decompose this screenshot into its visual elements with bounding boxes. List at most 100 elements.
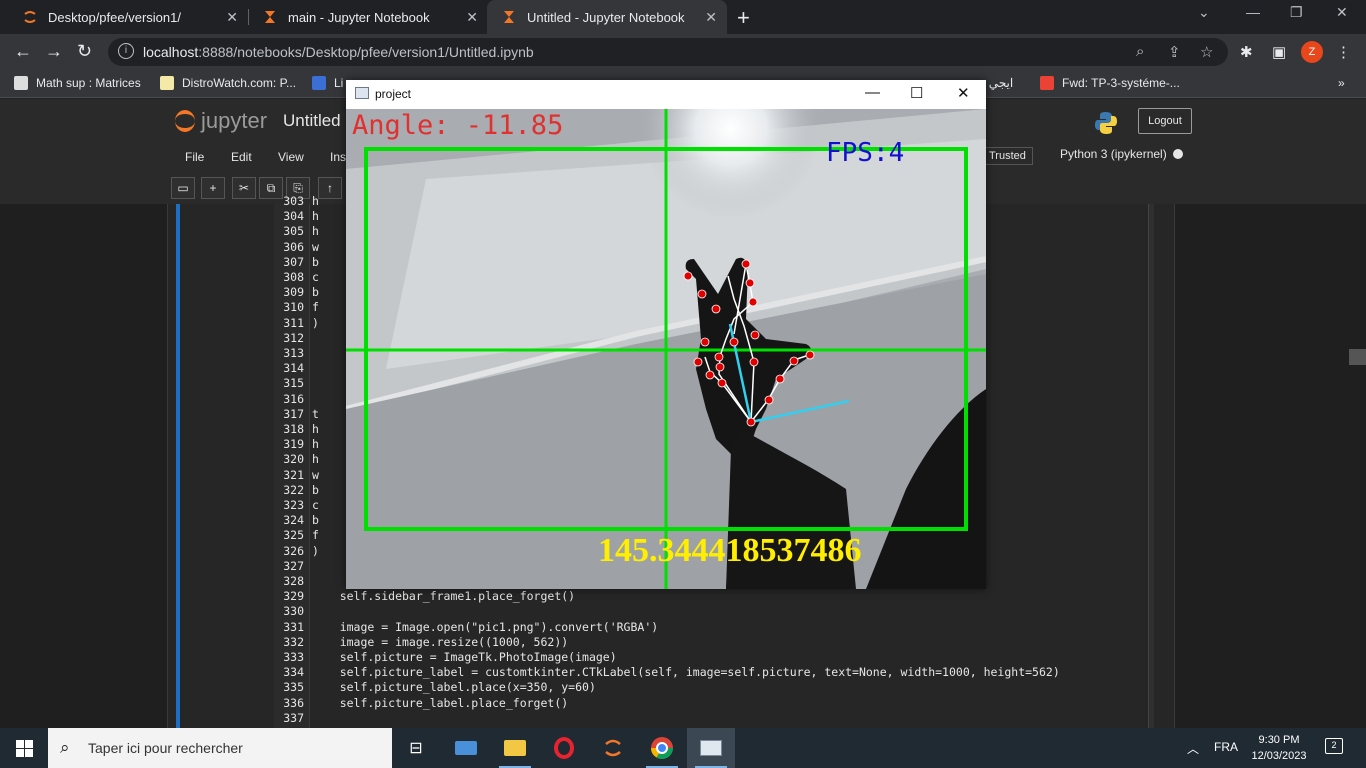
- minimize-icon[interactable]: —: [1246, 4, 1260, 20]
- code-line[interactable]: 320 h: [274, 452, 319, 467]
- bookmark-fwd-tp3[interactable]: Fwd: TP-3-systéme-...: [1040, 76, 1180, 90]
- system-clock[interactable]: 9:30 PM 12/03/2023: [1247, 732, 1311, 764]
- site-info-icon[interactable]: i: [118, 43, 134, 59]
- python-window-icon[interactable]: [687, 728, 735, 768]
- kernel-indicator[interactable]: Python 3 (ipykernel): [1060, 147, 1183, 161]
- task-view-icon[interactable]: ⊟: [392, 728, 440, 768]
- reload-icon[interactable]: ↻: [77, 41, 92, 62]
- trusted-badge[interactable]: Trusted: [982, 147, 1033, 165]
- code-line[interactable]: 315: [274, 376, 304, 391]
- more-bookmarks-icon[interactable]: »: [1338, 76, 1345, 90]
- tray-overflow-icon[interactable]: ︿: [1187, 740, 1199, 757]
- project-window-titlebar[interactable]: project — ☐ ✕: [346, 80, 986, 108]
- code-line[interactable]: 310 f: [274, 300, 319, 315]
- project-window[interactable]: project — ☐ ✕ Angle: -11.85 FPS:4 145.34…: [346, 80, 986, 589]
- share-icon[interactable]: ⇪: [1168, 43, 1181, 61]
- code-line[interactable]: 337: [274, 711, 304, 726]
- jupyter-logo[interactable]: jupyter: [175, 108, 267, 134]
- logout-button[interactable]: Logout: [1138, 108, 1192, 134]
- language-indicator[interactable]: FRA: [1214, 740, 1238, 754]
- chrome-icon[interactable]: [638, 728, 686, 768]
- code-line[interactable]: 305 h: [274, 224, 319, 239]
- tab-desktop-pfee[interactable]: Desktop/pfee/version1/ ✕: [8, 0, 248, 34]
- code-line[interactable]: 324 b: [274, 513, 319, 528]
- close-window-icon[interactable]: ✕: [1336, 4, 1348, 21]
- code-line[interactable]: 333 self.picture = ImageTk.PhotoImage(im…: [274, 650, 616, 665]
- bookmark-star-icon[interactable]: ☆: [1200, 43, 1213, 61]
- code-line[interactable]: 328: [274, 574, 304, 589]
- code-line[interactable]: 325 f: [274, 528, 319, 543]
- save-icon[interactable]: ▭: [171, 177, 195, 199]
- code-line[interactable]: 332 image = image.resize((1000, 562)): [274, 635, 568, 650]
- profile-avatar[interactable]: Z: [1301, 41, 1323, 63]
- code-line[interactable]: 329 self.sidebar_frame1.place_forget(): [274, 589, 575, 604]
- bookmark-li[interactable]: Li: [312, 76, 343, 90]
- maximize-icon[interactable]: ☐: [910, 84, 923, 102]
- network-app-icon[interactable]: [442, 728, 490, 768]
- cell-scrollbar[interactable]: [1148, 204, 1154, 728]
- code-line[interactable]: 304 h: [274, 209, 319, 224]
- opera-icon[interactable]: [540, 728, 588, 768]
- code-line[interactable]: 330: [274, 604, 304, 619]
- code-line[interactable]: 336 self.picture_label.place_forget(): [274, 696, 568, 711]
- code-line[interactable]: 307 b: [274, 255, 319, 270]
- address-bar[interactable]: i localhost:8888/notebooks/Desktop/pfee/…: [108, 38, 1228, 66]
- code-line[interactable]: 334 self.picture_label = customtkinter.C…: [274, 665, 1060, 680]
- code-line[interactable]: 319 h: [274, 437, 319, 452]
- bookmark-math-sup[interactable]: Math sup : Matrices: [14, 76, 141, 90]
- code-line[interactable]: 311): [274, 316, 319, 331]
- forward-icon[interactable]: →: [45, 41, 63, 62]
- close-icon[interactable]: ✕: [705, 9, 717, 26]
- code-line[interactable]: 316: [274, 392, 304, 407]
- back-icon[interactable]: ←: [14, 41, 32, 62]
- code-line[interactable]: 326): [274, 544, 319, 559]
- code-line[interactable]: 321 w: [274, 468, 319, 483]
- code-line[interactable]: 317 t: [274, 407, 319, 422]
- menu-icon[interactable]: ⋮: [1336, 43, 1351, 61]
- jupyter-app-icon[interactable]: [589, 728, 637, 768]
- add-cell-icon[interactable]: +: [201, 177, 225, 199]
- url-text: localhost:8888/notebooks/Desktop/pfee/ve…: [143, 44, 534, 60]
- tab-search-icon[interactable]: ⌄: [1198, 4, 1210, 21]
- cut-icon[interactable]: ✂: [232, 177, 256, 199]
- zoom-icon[interactable]: ⌕: [1136, 43, 1144, 60]
- notification-icon[interactable]: 2: [1325, 738, 1343, 754]
- code-line[interactable]: 303 h: [274, 194, 319, 209]
- code-line[interactable]: 327: [274, 559, 304, 574]
- code-line[interactable]: 306 w: [274, 240, 319, 255]
- code-text: h: [312, 224, 319, 239]
- page-scrollbar-thumb[interactable]: [1349, 349, 1366, 365]
- line-number: 326: [283, 543, 304, 558]
- menu-view[interactable]: View: [278, 150, 304, 164]
- code-line[interactable]: 312: [274, 331, 304, 346]
- code-line[interactable]: 323 c: [274, 498, 319, 513]
- taskbar-search-box[interactable]: ⌕ Taper ici pour rechercher: [48, 728, 392, 768]
- extensions-icon[interactable]: ✱: [1240, 43, 1253, 61]
- new-tab-icon[interactable]: +: [737, 5, 750, 31]
- bookmark-distrowatch[interactable]: DistroWatch.com: P...: [160, 76, 296, 90]
- line-number: 333: [283, 650, 304, 664]
- code-line[interactable]: 314 mand=self.clicked10: [274, 361, 970, 376]
- close-icon[interactable]: ✕: [957, 84, 970, 102]
- close-icon[interactable]: ✕: [226, 9, 238, 26]
- menu-insert[interactable]: Ins: [330, 150, 346, 164]
- side-panel-icon[interactable]: ▣: [1272, 43, 1286, 61]
- code-line[interactable]: 331 image = Image.open("pic1.png").conve…: [274, 620, 658, 635]
- code-line[interactable]: 313: [274, 346, 304, 361]
- code-line[interactable]: 322 b: [274, 483, 319, 498]
- tab-main-notebook[interactable]: main - Jupyter Notebook ✕: [248, 0, 488, 34]
- code-line[interactable]: 308 c: [274, 270, 319, 285]
- close-icon[interactable]: ✕: [466, 9, 478, 26]
- tab-untitled-notebook[interactable]: Untitled - Jupyter Notebook ✕: [487, 0, 727, 34]
- restore-icon[interactable]: ❐: [1290, 4, 1303, 21]
- minimize-icon[interactable]: —: [865, 84, 880, 101]
- code-line[interactable]: 309 b: [274, 285, 319, 300]
- code-line[interactable]: 335 self.picture_label.place(x=350, y=60…: [274, 680, 596, 695]
- move-up-icon[interactable]: ↑: [318, 177, 342, 199]
- windows-start-icon[interactable]: [16, 740, 33, 757]
- menu-file[interactable]: File: [185, 150, 204, 164]
- file-explorer-icon[interactable]: [491, 728, 539, 768]
- menu-edit[interactable]: Edit: [231, 150, 252, 164]
- code-line[interactable]: 318 h: [274, 422, 319, 437]
- notebook-title[interactable]: Untitled: [283, 111, 341, 131]
